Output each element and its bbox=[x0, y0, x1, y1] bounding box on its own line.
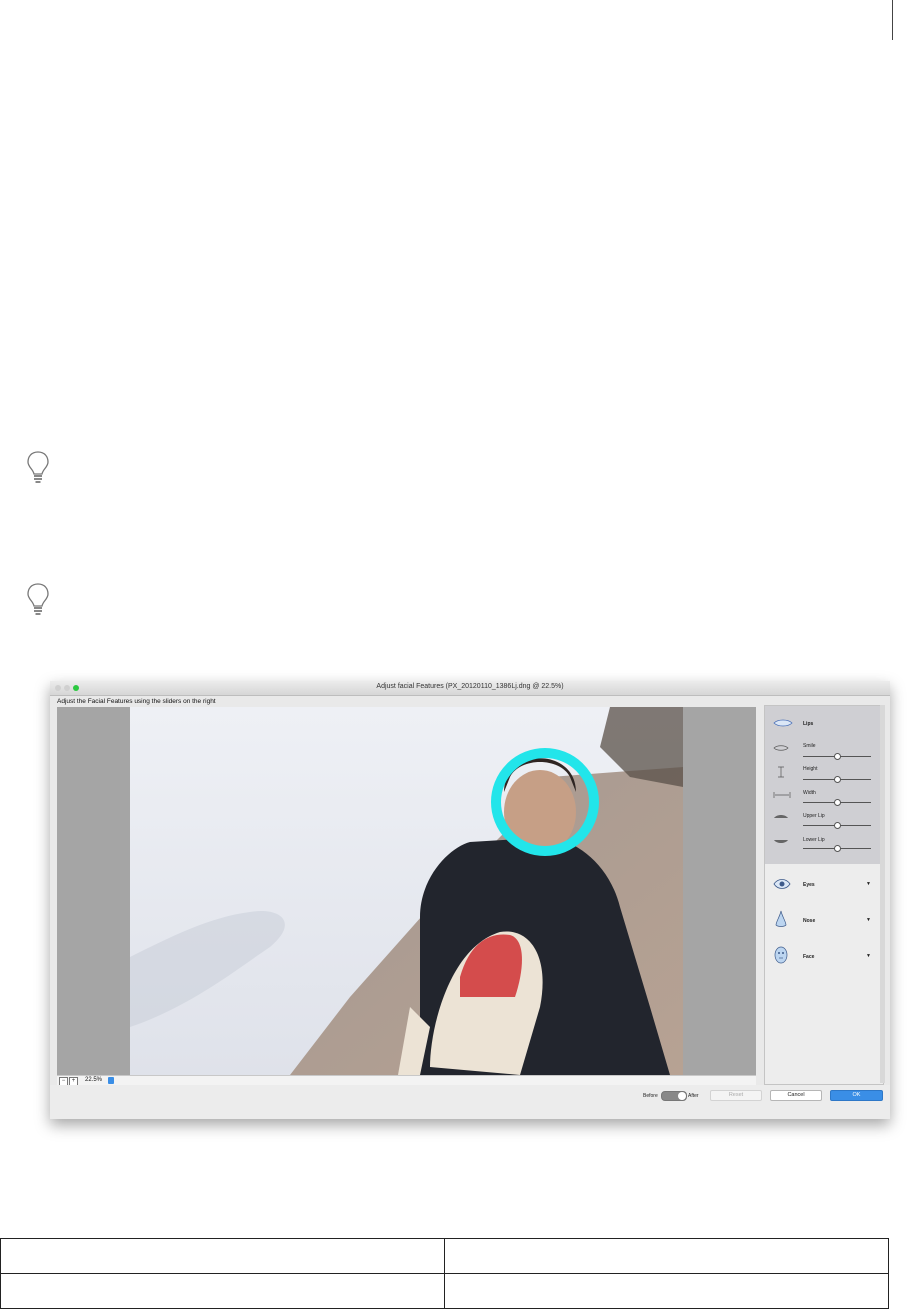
eyes-section[interactable]: Eyes ▼ bbox=[765, 870, 883, 900]
table-cell bbox=[444, 1273, 889, 1309]
page-edge-rule bbox=[892, 0, 893, 40]
table-cell bbox=[444, 1238, 889, 1274]
eyes-expand-icon[interactable]: ▼ bbox=[866, 881, 871, 887]
eye-icon bbox=[773, 878, 791, 892]
upper-lip-slider[interactable] bbox=[803, 822, 871, 829]
table-cell bbox=[0, 1238, 445, 1274]
smile-slider[interactable] bbox=[803, 753, 871, 760]
height-slider[interactable] bbox=[803, 776, 871, 783]
width-icon bbox=[773, 791, 791, 801]
width-label: Width bbox=[803, 790, 816, 796]
lightbulb-icon bbox=[26, 582, 50, 616]
dialog-footer: Before After Reset Cancel OK bbox=[50, 1085, 890, 1119]
lower-lip-slider-knob[interactable] bbox=[834, 845, 841, 852]
upper-lip-icon bbox=[773, 813, 789, 823]
face-expand-icon[interactable]: ▼ bbox=[866, 953, 871, 959]
surfer-photo bbox=[130, 707, 683, 1075]
nose-expand-icon[interactable]: ▼ bbox=[866, 917, 871, 923]
table-cell bbox=[0, 1273, 445, 1309]
width-slider-knob[interactable] bbox=[834, 799, 841, 806]
adjustments-panel: Lips Smile Height Width Upper Lip Lower … bbox=[764, 705, 884, 1085]
nose-section[interactable]: Nose ▼ bbox=[765, 906, 883, 936]
lips-group: Lips Smile Height Width Upper Lip Lower … bbox=[765, 706, 883, 864]
upper-lip-slider-knob[interactable] bbox=[834, 822, 841, 829]
height-slider-knob[interactable] bbox=[834, 776, 841, 783]
before-after-toggle[interactable] bbox=[661, 1091, 687, 1101]
face-label: Face bbox=[803, 954, 815, 960]
width-slider[interactable] bbox=[803, 799, 871, 806]
ok-button[interactable]: OK bbox=[830, 1090, 883, 1101]
lower-lip-slider[interactable] bbox=[803, 845, 871, 852]
preview-canvas[interactable] bbox=[57, 707, 756, 1075]
toggle-knob bbox=[678, 1092, 686, 1100]
lightbulb-icon bbox=[26, 450, 50, 484]
smile-icon bbox=[773, 744, 789, 754]
lips-icon bbox=[773, 719, 793, 729]
lower-lip-label: Lower Lip bbox=[803, 837, 825, 843]
window-titlebar: Adjust facial Features (PX_20120110_1386… bbox=[50, 681, 890, 696]
zoom-level: 22.5% bbox=[85, 1077, 103, 1083]
window-title: Adjust facial Features (PX_20120110_1386… bbox=[376, 683, 564, 690]
smile-slider-knob[interactable] bbox=[834, 753, 841, 760]
height-icon bbox=[773, 766, 789, 780]
face-icon bbox=[773, 946, 789, 966]
nose-icon bbox=[773, 910, 789, 930]
eyes-label: Eyes bbox=[803, 882, 815, 888]
instructions-text: Adjust the Facial Features using the sli… bbox=[57, 698, 216, 705]
after-label: After bbox=[688, 1093, 699, 1099]
smile-label: Smile bbox=[803, 743, 816, 749]
lower-lip-icon bbox=[773, 837, 789, 847]
cancel-button[interactable]: Cancel bbox=[770, 1090, 822, 1101]
document-table bbox=[0, 1238, 889, 1309]
reset-button[interactable]: Reset bbox=[710, 1090, 762, 1101]
face-section[interactable]: Face ▼ bbox=[765, 942, 883, 972]
before-label: Before bbox=[643, 1093, 658, 1099]
panel-scrollbar[interactable] bbox=[880, 705, 885, 1083]
zoom-dropdown[interactable] bbox=[108, 1077, 114, 1084]
height-label: Height bbox=[803, 766, 818, 772]
adjust-facial-features-dialog: Adjust facial Features (PX_20120110_1386… bbox=[50, 681, 890, 1119]
upper-lip-label: Upper Lip bbox=[803, 813, 825, 819]
nose-label: Nose bbox=[803, 918, 816, 924]
lips-group-label: Lips bbox=[803, 721, 814, 727]
